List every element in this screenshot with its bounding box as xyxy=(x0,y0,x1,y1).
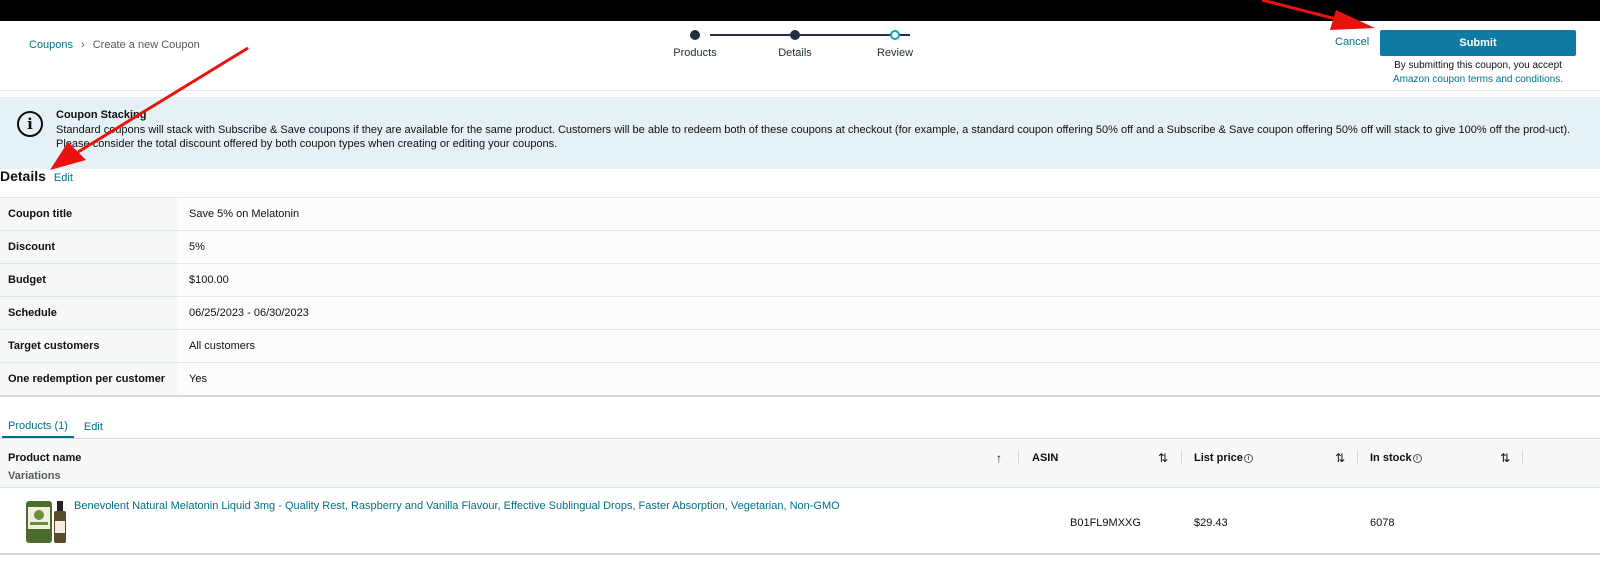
submit-note-text: By submitting this coupon, you accept xyxy=(1394,60,1562,71)
step-review-label: Review xyxy=(876,47,914,59)
submit-button[interactable]: Submit xyxy=(1380,30,1576,56)
column-list-price[interactable]: List price i xyxy=(1194,452,1253,464)
details-value: $100.00 xyxy=(178,264,1600,296)
details-row: Budget $100.00 xyxy=(0,264,1600,297)
page-header: Coupons › Create a new Coupon Products D… xyxy=(0,21,1600,91)
info-icon[interactable]: i xyxy=(1412,453,1422,463)
details-row: Discount 5% xyxy=(0,231,1600,264)
product-asin: B01FL9MXXG xyxy=(1070,517,1141,529)
details-label: One redemption per customer xyxy=(0,363,178,395)
product-thumbnail[interactable] xyxy=(22,497,68,545)
details-row: Target customers All customers xyxy=(0,330,1600,363)
table-row: Benevolent Natural Melatonin Liquid 3mg … xyxy=(0,489,1600,555)
progress-stepper: Products Details Review xyxy=(673,29,940,69)
details-value: 5% xyxy=(178,231,1600,263)
breadcrumb-coupons-link[interactable]: Coupons xyxy=(29,39,73,51)
details-label: Budget xyxy=(0,264,178,296)
step-products-dot xyxy=(690,30,700,40)
step-details-label: Details xyxy=(778,47,812,59)
products-table-header: Product name Variations ↑ ASIN ⇅ List pr… xyxy=(0,440,1600,488)
column-list-price-label: List price xyxy=(1194,452,1243,464)
details-row: Coupon title Save 5% on Melatonin xyxy=(0,198,1600,231)
cancel-link[interactable]: Cancel xyxy=(1335,36,1369,48)
terms-link[interactable]: Amazon coupon terms and conditions. xyxy=(1380,73,1576,87)
sort-up-icon[interactable]: ↑ xyxy=(996,451,1002,465)
breadcrumb-current: Create a new Coupon xyxy=(92,39,200,51)
product-in-stock: 6078 xyxy=(1370,517,1395,529)
tabs-underline xyxy=(0,438,1600,439)
product-name-link[interactable]: Benevolent Natural Melatonin Liquid 3mg … xyxy=(74,500,840,512)
sort-both-icon[interactable]: ⇅ xyxy=(1158,451,1168,465)
details-label: Discount xyxy=(0,231,178,263)
stepper-line xyxy=(710,34,910,36)
column-in-stock-label: In stock xyxy=(1370,452,1412,464)
column-asin[interactable]: ASIN xyxy=(1032,452,1058,464)
details-value: All customers xyxy=(178,330,1600,362)
info-icon: i xyxy=(17,111,43,137)
step-products-label: Products xyxy=(673,47,717,59)
details-value: Yes xyxy=(178,363,1600,395)
column-divider xyxy=(1357,450,1358,464)
tab-products[interactable]: Products (1) xyxy=(2,416,74,438)
step-review-dot xyxy=(890,30,900,40)
details-heading: Details xyxy=(0,168,46,184)
details-edit-link[interactable]: Edit xyxy=(54,172,73,184)
column-product-name-label: Product name xyxy=(8,452,82,464)
details-label: Target customers xyxy=(0,330,178,362)
column-asin-label: ASIN xyxy=(1032,452,1059,464)
details-label: Coupon title xyxy=(0,198,178,230)
details-value: 06/25/2023 - 06/30/2023 xyxy=(178,297,1600,329)
details-table: Coupon title Save 5% on Melatonin Discou… xyxy=(0,197,1600,396)
products-edit-link[interactable]: Edit xyxy=(78,416,109,438)
column-in-stock[interactable]: In stock i xyxy=(1370,452,1422,464)
product-list-price: $29.43 xyxy=(1194,517,1228,529)
column-divider xyxy=(1522,450,1523,464)
alert-text: Standard coupons will stack with Subscri… xyxy=(56,124,1571,150)
coupon-stacking-alert: i Coupon Stacking Standard coupons will … xyxy=(0,97,1600,169)
column-variations-label: Variations xyxy=(8,470,61,482)
details-label: Schedule xyxy=(0,297,178,329)
breadcrumb: Coupons › Create a new Coupon xyxy=(29,39,200,51)
details-row: Schedule 06/25/2023 - 06/30/2023 xyxy=(0,297,1600,330)
products-tabs: Products (1) Edit xyxy=(0,416,1600,438)
column-product-name[interactable]: Product name Variations xyxy=(8,452,81,482)
alert-title: Coupon Stacking xyxy=(56,109,147,121)
top-black-bar xyxy=(0,0,1600,21)
chevron-right-icon: › xyxy=(81,39,85,51)
column-divider xyxy=(1018,450,1019,464)
column-divider xyxy=(1181,450,1182,464)
details-row: One redemption per customer Yes xyxy=(0,363,1600,396)
details-header: Details Edit xyxy=(0,168,73,184)
details-value: Save 5% on Melatonin xyxy=(178,198,1600,230)
sort-both-icon[interactable]: ⇅ xyxy=(1335,451,1345,465)
section-divider xyxy=(0,395,1600,397)
sort-both-icon[interactable]: ⇅ xyxy=(1500,451,1510,465)
submit-terms-note: By submitting this coupon, you accept Am… xyxy=(1380,59,1576,87)
info-icon[interactable]: i xyxy=(1243,453,1253,463)
step-details-dot xyxy=(790,30,800,40)
